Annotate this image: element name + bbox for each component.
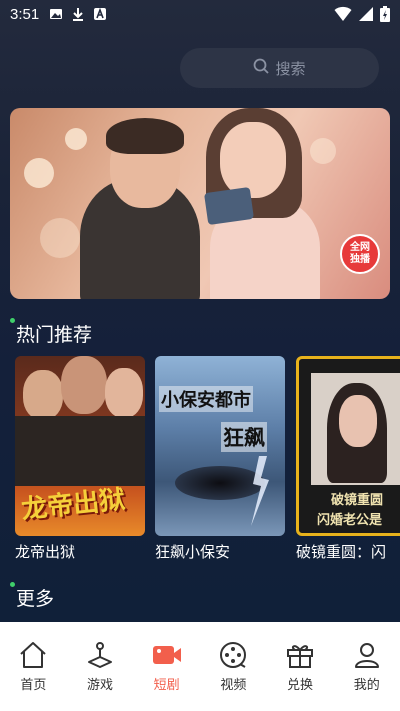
section-dot (10, 582, 15, 587)
banner-face-female (220, 122, 286, 198)
drama-caption: 破镜重圆：闪 (296, 543, 387, 561)
badge-line1: 全网 (350, 242, 370, 253)
poster-title-top: 小保安都市 (159, 386, 253, 412)
exclusive-badge: 全网 独播 (340, 234, 380, 274)
nav-item-home[interactable]: 首页 (0, 640, 67, 711)
search-input[interactable]: 搜索 (180, 48, 379, 88)
nav-label: 我的 (353, 678, 380, 693)
nav-item-profile[interactable]: 我的 (333, 640, 400, 711)
wifi-icon (334, 6, 352, 26)
banner-hair-male (106, 118, 184, 154)
search-placeholder: 搜索 (275, 59, 306, 78)
poster-title-top: 破镜重圆 (331, 493, 384, 508)
app-icon (93, 7, 107, 21)
bokeh-light (65, 128, 87, 150)
search-icon (253, 58, 270, 78)
section-dot (10, 318, 15, 323)
nav-item-games[interactable]: 游戏 (67, 640, 134, 711)
section-title-hot: 热门推荐 (16, 324, 93, 346)
drama-card[interactable]: 破镜重圆 闪婚老公是 破镜重圆：闪 (296, 356, 400, 562)
drama-caption: 狂飙小保安 (155, 543, 231, 561)
nav-label: 短剧 (153, 678, 180, 693)
battery-icon (380, 6, 390, 26)
poster-bodies (15, 416, 145, 486)
user-icon (354, 643, 379, 668)
nav-item-video[interactable]: 视频 (200, 640, 267, 711)
nav-label: 游戏 (87, 678, 114, 693)
video-camera-icon (152, 646, 181, 664)
featured-banner[interactable]: 全网 独播 (10, 108, 390, 299)
bokeh-light (310, 138, 336, 164)
gift-icon (287, 645, 314, 668)
nav-item-short-drama[interactable]: 短剧 (133, 640, 200, 711)
drama-caption: 龙帝出狱 (15, 543, 76, 561)
main-screen: 3:51 搜索 全网 独播 热门推荐 龙帝出狱 龙帝出狱 小保安都市 狂飙 狂飙… (0, 0, 400, 622)
status-time: 3:51 (10, 5, 40, 23)
poster-face (105, 368, 143, 418)
section-title-more: 更多 (16, 588, 55, 610)
drama-poster: 龙帝出狱 (15, 356, 145, 536)
banner-phone (203, 186, 255, 226)
home-icon (20, 642, 47, 668)
bottom-nav: 首页 游戏 短剧 视频 兑换 我的 (0, 622, 400, 711)
nav-label: 兑换 (287, 678, 314, 693)
drama-poster: 破镜重圆 闪婚老公是 (296, 356, 400, 536)
drama-poster: 小保安都市 狂飙 (155, 356, 285, 536)
joystick-icon (88, 642, 112, 668)
signal-icon (358, 6, 374, 26)
bokeh-light (40, 218, 80, 258)
download-icon (71, 7, 85, 21)
bokeh-light (24, 158, 54, 188)
status-bar: 3:51 (0, 0, 400, 28)
poster-face (61, 356, 107, 414)
drama-card[interactable]: 小保安都市 狂飙 狂飙小保安 (155, 356, 285, 562)
poster-title-main: 狂飙 (221, 422, 267, 452)
poster-face (23, 370, 63, 420)
nav-label: 首页 (20, 678, 47, 693)
poster-photo (311, 373, 400, 485)
film-reel-icon (220, 642, 247, 668)
poster-face (339, 395, 377, 447)
poster-title-bottom: 闪婚老公是 (317, 513, 383, 528)
nav-label: 视频 (220, 678, 247, 693)
badge-line2: 独播 (350, 254, 370, 265)
nav-item-exchange[interactable]: 兑换 (267, 640, 334, 711)
image-icon (49, 7, 63, 21)
lightning-icon (251, 456, 269, 526)
drama-card[interactable]: 龙帝出狱 龙帝出狱 (15, 356, 145, 562)
